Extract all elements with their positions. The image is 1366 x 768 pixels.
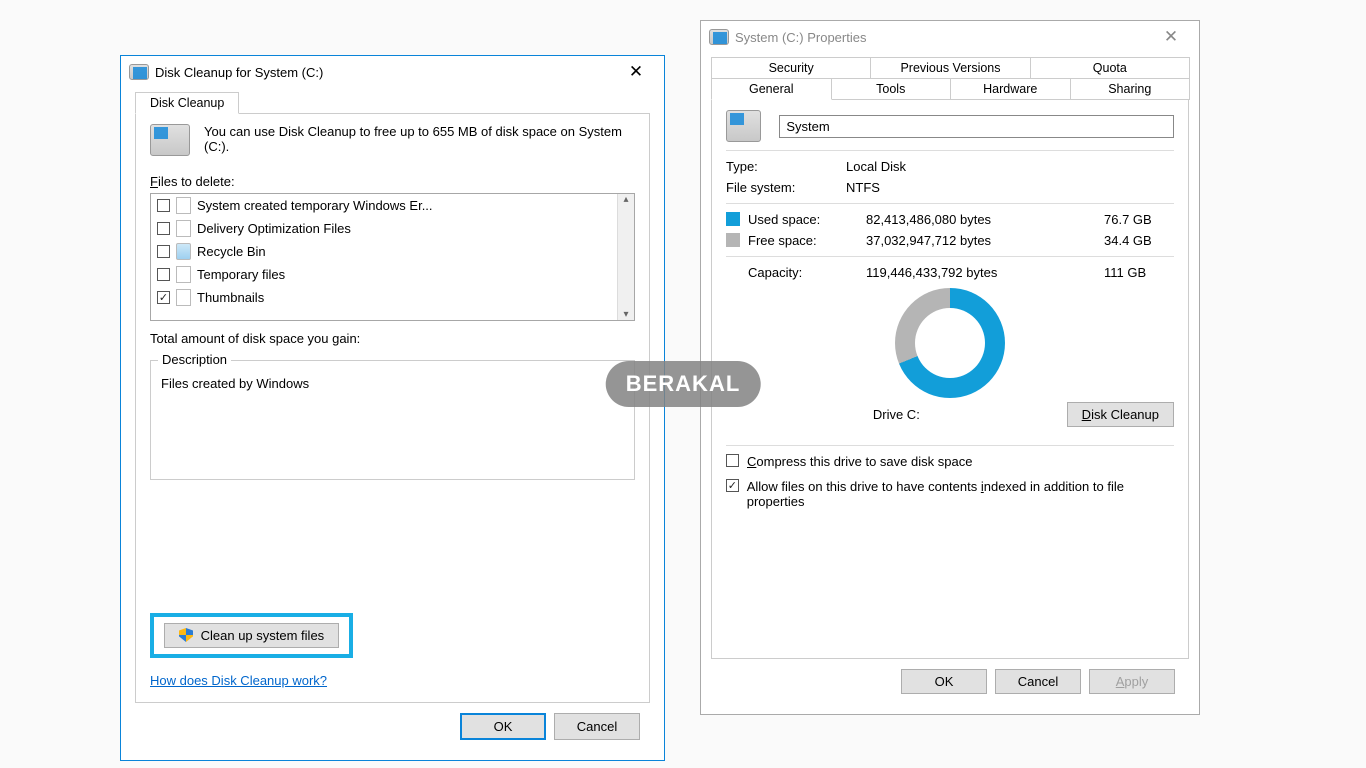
item-checkbox[interactable] <box>157 199 170 212</box>
tab-hardware[interactable]: Hardware <box>950 78 1071 100</box>
compress-label: Compress this drive to save disk space <box>747 454 972 469</box>
file-icon <box>176 266 191 283</box>
disk-cleanup-window: Disk Cleanup for System (C:) ✕ Disk Clea… <box>120 55 665 761</box>
free-swatch-icon <box>726 233 740 247</box>
files-to-delete-label: FFiles to delete:iles to delete: <box>150 174 635 189</box>
index-label: Allow files on this drive to have conten… <box>747 479 1174 509</box>
item-checkbox[interactable]: ✓ <box>157 291 170 304</box>
used-swatch-icon <box>726 212 740 226</box>
file-icon <box>176 197 191 214</box>
tab-sharing[interactable]: Sharing <box>1070 78 1191 100</box>
drive-icon <box>709 29 729 45</box>
description-text: Files created by Windows <box>161 376 624 391</box>
file-icon <box>176 220 191 237</box>
file-icon <box>176 289 191 306</box>
description-legend: Description <box>158 352 231 367</box>
index-checkbox[interactable]: ✓ <box>726 479 739 492</box>
free-space-human: 34.4 GB <box>1104 233 1174 248</box>
clean-system-files-button[interactable]: Clean up system files <box>164 623 339 648</box>
type-value: Local Disk <box>846 159 1174 174</box>
usage-pie-chart <box>895 288 1005 398</box>
used-space-label: Used space: <box>726 212 866 227</box>
tab-previous-versions[interactable]: Previous Versions <box>870 57 1030 79</box>
description-box: Description Files created by Windows <box>150 360 635 480</box>
tab-quota[interactable]: Quota <box>1030 57 1190 79</box>
list-item[interactable]: System created temporary Windows Er... <box>151 194 617 217</box>
item-label: System created temporary Windows Er... <box>197 198 433 213</box>
disk-cleanup-button[interactable]: Disk Cleanup <box>1067 402 1174 427</box>
capacity-label: Capacity: <box>726 265 866 280</box>
capacity-human: 111 GB <box>1104 265 1174 280</box>
total-gain-label: Total amount of disk space you gain: <box>150 331 635 346</box>
item-label: Thumbnails <box>197 290 264 305</box>
cancel-button[interactable]: Cancel <box>554 713 640 740</box>
item-label: Delivery Optimization Files <box>197 221 351 236</box>
files-listbox[interactable]: System created temporary Windows Er... De… <box>150 193 635 321</box>
type-label: Type: <box>726 159 846 174</box>
intro-text: You can use Disk Cleanup to free up to 6… <box>204 124 635 154</box>
drive-icon <box>726 110 761 142</box>
used-space-human: 76.7 GB <box>1104 212 1174 227</box>
apply-button[interactable]: Apply <box>1089 669 1175 694</box>
recycle-bin-icon <box>176 243 191 260</box>
free-space-bytes: 37,032,947,712 bytes <box>866 233 1104 248</box>
drive-label: Drive C: <box>726 407 1067 422</box>
fs-value: NTFS <box>846 180 1174 195</box>
watermark: BERAKAL <box>606 361 761 407</box>
window-title: System (C:) Properties <box>735 30 1151 45</box>
item-checkbox[interactable] <box>157 268 170 281</box>
drive-icon <box>150 124 190 156</box>
list-item[interactable]: Temporary files <box>151 263 617 286</box>
close-icon[interactable]: ✕ <box>1151 21 1191 53</box>
list-item[interactable]: Recycle Bin <box>151 240 617 263</box>
list-item[interactable]: ✓ Thumbnails <box>151 286 617 309</box>
drive-properties-window: System (C:) Properties ✕ SecurityPreviou… <box>700 20 1200 715</box>
scrollbar[interactable]: ▴ ▾ <box>617 194 634 320</box>
tab-tools[interactable]: Tools <box>831 78 952 100</box>
fs-label: File system: <box>726 180 846 195</box>
ok-button[interactable]: OK <box>901 669 987 694</box>
close-icon[interactable]: ✕ <box>616 56 656 88</box>
shield-icon <box>179 628 193 642</box>
list-item[interactable]: Delivery Optimization Files <box>151 217 617 240</box>
item-checkbox[interactable] <box>157 222 170 235</box>
item-label: Temporary files <box>197 267 285 282</box>
free-space-label: Free space: <box>726 233 866 248</box>
scroll-up-icon[interactable]: ▴ <box>623 194 628 205</box>
compress-checkbox[interactable] <box>726 454 739 467</box>
item-checkbox[interactable] <box>157 245 170 258</box>
tab-security[interactable]: Security <box>711 57 871 79</box>
help-link[interactable]: How does Disk Cleanup work? <box>150 673 327 688</box>
cancel-button[interactable]: Cancel <box>995 669 1081 694</box>
item-label: Recycle Bin <box>197 244 266 259</box>
capacity-bytes: 119,446,433,792 bytes <box>866 265 1104 280</box>
volume-name-input[interactable] <box>779 115 1174 138</box>
clean-system-files-highlight: Clean up system files <box>150 613 353 658</box>
tab-disk-cleanup[interactable]: Disk Cleanup <box>135 92 239 114</box>
used-space-bytes: 82,413,486,080 bytes <box>866 212 1104 227</box>
tab-general[interactable]: General <box>711 78 832 100</box>
titlebar[interactable]: System (C:) Properties ✕ <box>701 21 1199 53</box>
ok-button[interactable]: OK <box>460 713 546 740</box>
drive-icon <box>129 64 149 80</box>
titlebar[interactable]: Disk Cleanup for System (C:) ✕ <box>121 56 664 88</box>
window-title: Disk Cleanup for System (C:) <box>155 65 616 80</box>
scroll-down-icon[interactable]: ▾ <box>623 309 628 320</box>
